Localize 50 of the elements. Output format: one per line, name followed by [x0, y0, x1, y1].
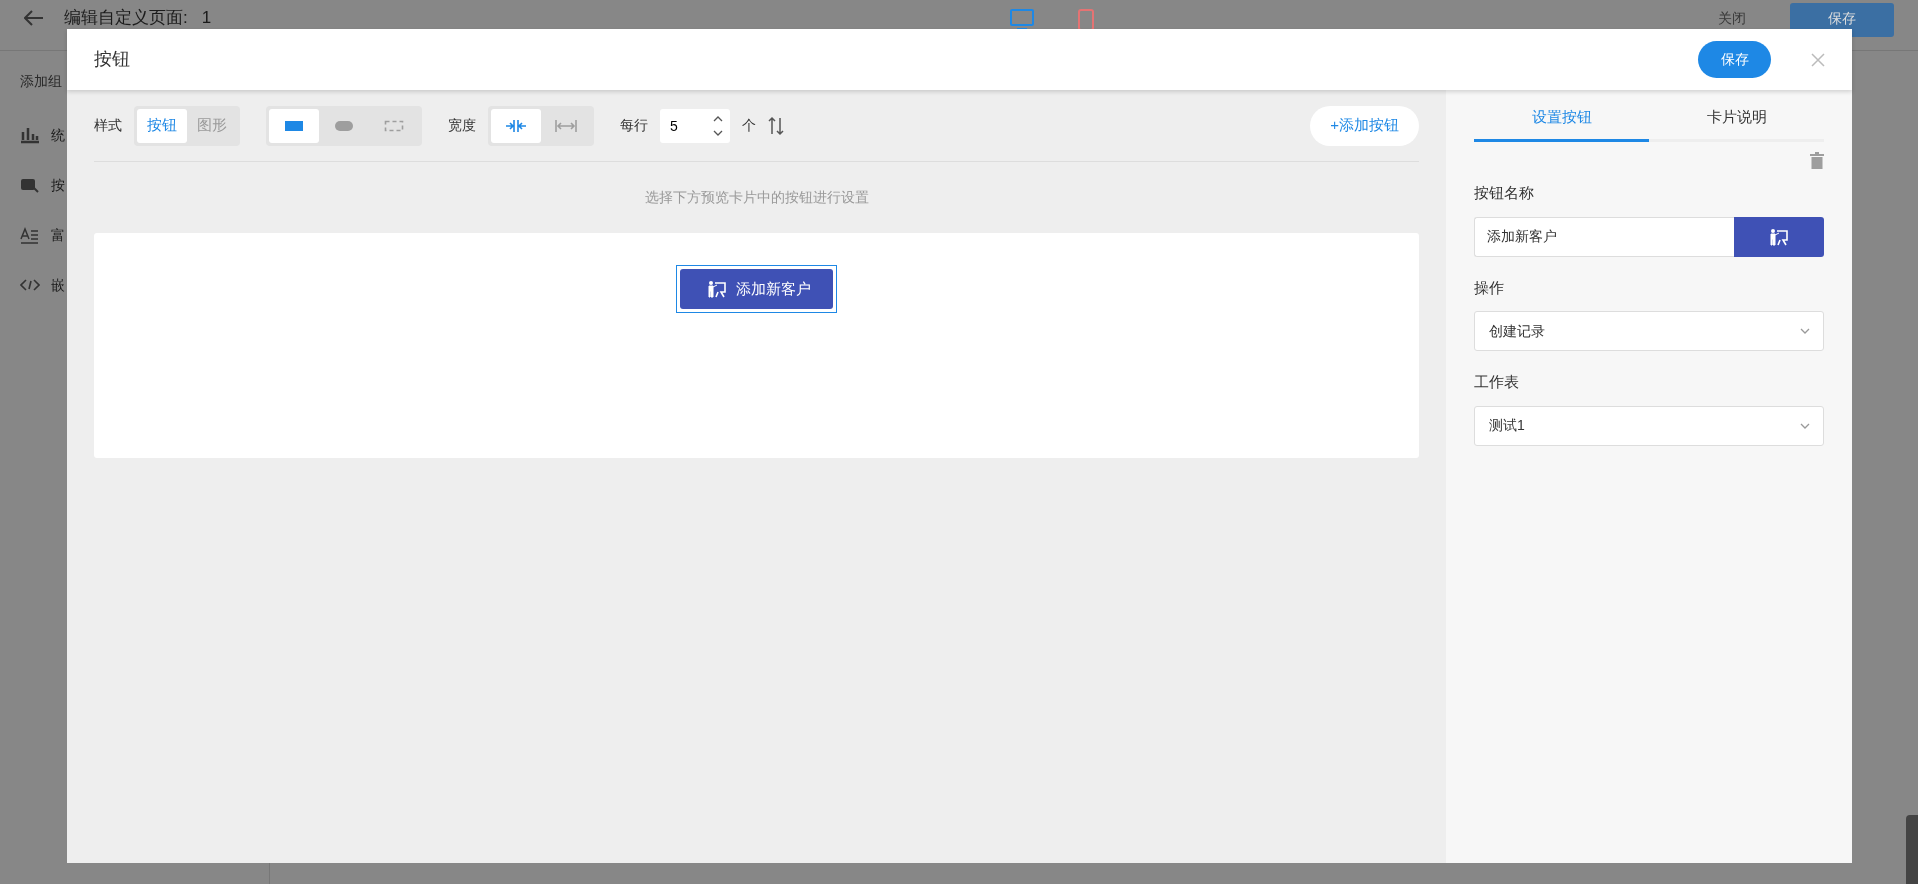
sidebar-item[interactable]: 富 [51, 224, 65, 246]
page-title: 编辑自定义页面: [64, 9, 188, 27]
close-button[interactable] [1811, 52, 1825, 67]
style-option[interactable]: 按钮 [137, 108, 187, 143]
sort-icon[interactable] [768, 115, 784, 136]
width-label: 宽度 [448, 116, 476, 135]
icon-picker-button[interactable] [1734, 216, 1824, 257]
delete-icon[interactable] [1810, 152, 1824, 169]
unit-label: 个 [742, 116, 756, 135]
level-meter-widget [1906, 815, 1918, 884]
hint-text: 选择下方预览卡片中的按钮进行设置 [643, 188, 870, 207]
page-name: 1 [201, 9, 212, 27]
close-icon [1811, 52, 1825, 67]
chevron-down-icon [1799, 421, 1811, 430]
desktop-icon[interactable] [1009, 9, 1034, 31]
tab[interactable]: 设置按钮 [1474, 96, 1649, 142]
pill-shape-icon [334, 118, 354, 133]
filled-rectangle-icon [284, 118, 304, 133]
stepper-icon[interactable] [710, 108, 730, 143]
tab[interactable]: 卡片说明 [1649, 96, 1824, 142]
section-label: 添加组 [20, 72, 63, 91]
preview-button[interactable]: 添加新客户 [680, 269, 833, 309]
shape-option[interactable] [269, 108, 319, 143]
text-format-icon[interactable] [20, 226, 40, 244]
presenter-icon [1770, 227, 1788, 246]
bar-chart-icon[interactable] [20, 126, 40, 144]
save-button[interactable]: 保存 [1698, 41, 1771, 78]
name-field[interactable]: 添加新客户 [1474, 216, 1734, 257]
per-row-label: 每行 [620, 116, 648, 135]
dashed-rectangle-icon [384, 118, 404, 133]
compress-width-icon [505, 118, 527, 133]
expand-width-icon [555, 118, 577, 133]
style-label: 样式 [94, 116, 122, 135]
add-button[interactable]: +添加按钮 [1310, 105, 1419, 146]
number-field[interactable]: 5 [660, 108, 710, 143]
width-option[interactable] [491, 108, 541, 143]
dialog-title: 按钮 [94, 48, 131, 71]
sidebar-item[interactable]: 统 [51, 124, 65, 146]
mobile-icon[interactable] [1077, 9, 1094, 31]
field-label: 操作 [1474, 277, 1505, 298]
close-button[interactable]: 关闭 [1702, 9, 1762, 27]
chevron-down-icon [1799, 327, 1811, 335]
select-field[interactable]: 创建记录 [1474, 311, 1824, 351]
select-field[interactable]: 测试1 [1474, 405, 1824, 446]
sidebar-item[interactable]: 嵌 [51, 274, 65, 296]
sidebar-item[interactable]: 按 [51, 174, 65, 196]
presenter-icon [708, 280, 726, 298]
back-arrow-icon[interactable] [24, 10, 44, 26]
field-label: 按钮名称 [1474, 183, 1535, 203]
field-label: 工作表 [1474, 372, 1520, 392]
